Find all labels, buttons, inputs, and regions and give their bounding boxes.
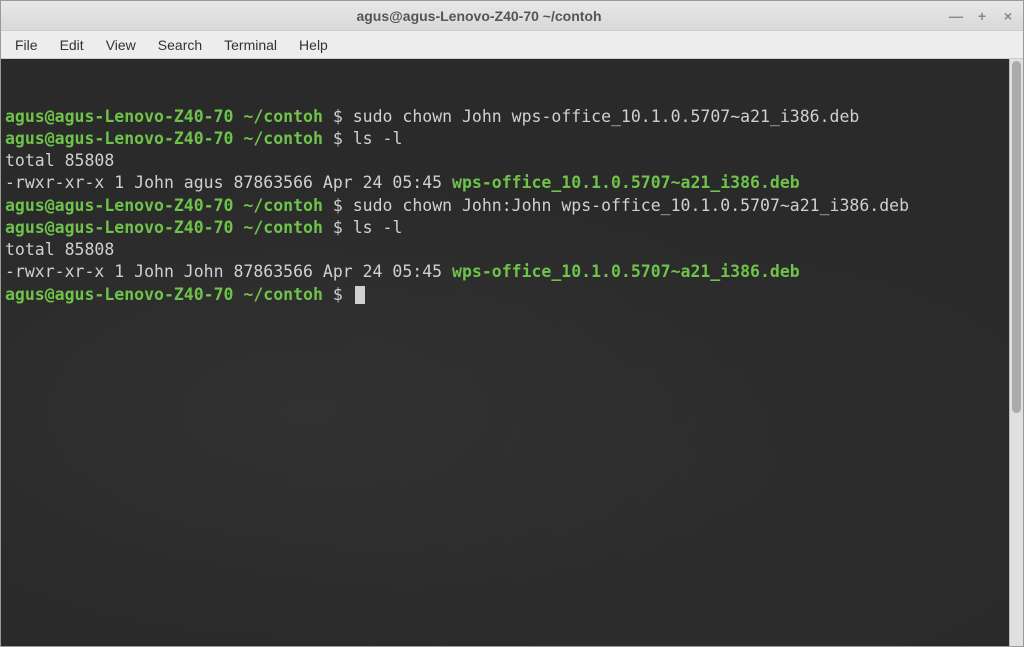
prompt-symbol: $ — [333, 129, 343, 148]
prompt-userhost: agus@agus-Lenovo-Z40-70 — [5, 218, 233, 237]
scrollbar-thumb[interactable] — [1012, 61, 1021, 413]
menu-view[interactable]: View — [96, 33, 146, 57]
window-controls: — + × — [949, 9, 1015, 23]
menu-edit[interactable]: Edit — [50, 33, 94, 57]
command-1: sudo chown John wps-office_10.1.0.5707~a… — [353, 107, 860, 126]
prompt-symbol: $ — [333, 285, 343, 304]
terminal-body[interactable]: agus@agus-Lenovo-Z40-70 ~/contoh $ sudo … — [1, 59, 1023, 646]
scrollbar[interactable] — [1009, 59, 1023, 646]
terminal-content: agus@agus-Lenovo-Z40-70 ~/contoh $ sudo … — [5, 106, 1019, 306]
prompt-symbol: $ — [333, 218, 343, 237]
prompt-userhost: agus@agus-Lenovo-Z40-70 — [5, 196, 233, 215]
prompt-path: ~/contoh — [243, 196, 322, 215]
window-title: agus@agus-Lenovo-Z40-70 ~/contoh — [9, 8, 949, 24]
close-button[interactable]: × — [1001, 9, 1015, 23]
prompt-symbol: $ — [333, 107, 343, 126]
output-ls-1-file: wps-office_10.1.0.5707~a21_i386.deb — [452, 173, 800, 192]
prompt-userhost: agus@agus-Lenovo-Z40-70 — [5, 129, 233, 148]
maximize-button[interactable]: + — [975, 9, 989, 23]
menu-terminal[interactable]: Terminal — [214, 33, 287, 57]
prompt-path: ~/contoh — [243, 107, 322, 126]
prompt-path: ~/contoh — [243, 285, 322, 304]
minimize-button[interactable]: — — [949, 9, 963, 23]
output-ls-2-perm: -rwxr-xr-x 1 John John 87863566 Apr 24 0… — [5, 262, 452, 281]
menu-search[interactable]: Search — [148, 33, 212, 57]
command-3: sudo chown John:John wps-office_10.1.0.5… — [353, 196, 909, 215]
prompt-symbol: $ — [333, 196, 343, 215]
cursor-icon — [355, 286, 365, 304]
menu-file[interactable]: File — [5, 33, 48, 57]
output-ls-2-file: wps-office_10.1.0.5707~a21_i386.deb — [452, 262, 800, 281]
command-4: ls -l — [353, 218, 403, 237]
terminal-window: agus@agus-Lenovo-Z40-70 ~/contoh — + × F… — [0, 0, 1024, 647]
menu-help[interactable]: Help — [289, 33, 338, 57]
prompt-path: ~/contoh — [243, 129, 322, 148]
output-total-2: total 85808 — [5, 240, 114, 259]
titlebar: agus@agus-Lenovo-Z40-70 ~/contoh — + × — [1, 1, 1023, 31]
command-2: ls -l — [353, 129, 403, 148]
menubar: File Edit View Search Terminal Help — [1, 31, 1023, 59]
prompt-userhost: agus@agus-Lenovo-Z40-70 — [5, 107, 233, 126]
prompt-userhost: agus@agus-Lenovo-Z40-70 — [5, 285, 233, 304]
output-ls-1-perm: -rwxr-xr-x 1 John agus 87863566 Apr 24 0… — [5, 173, 452, 192]
prompt-path: ~/contoh — [243, 218, 322, 237]
output-total-1: total 85808 — [5, 151, 114, 170]
